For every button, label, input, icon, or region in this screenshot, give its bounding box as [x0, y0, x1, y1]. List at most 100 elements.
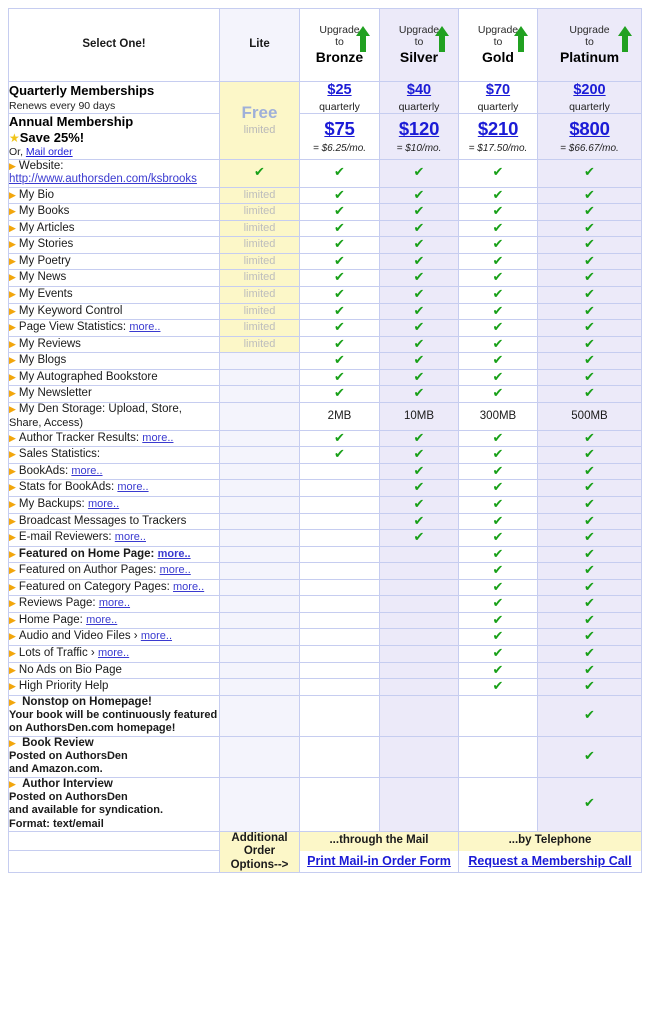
cell-silver: ✔ — [379, 446, 459, 464]
price-amount[interactable]: $800 — [538, 118, 641, 140]
more-link[interactable]: more.. — [173, 581, 204, 593]
price-amount[interactable]: $70 — [459, 82, 537, 99]
price-amount[interactable]: $75 — [300, 118, 379, 140]
more-link[interactable]: more.. — [141, 630, 172, 642]
cell-platinum: ✔ — [537, 595, 642, 613]
table-row: ▶ My Newsletter ✔ ✔ ✔ ✔ — [8, 385, 642, 403]
cell-gold: ✔ — [458, 495, 538, 514]
website-url-link[interactable]: http://www.authorsden.com/ksbrooks — [9, 173, 197, 185]
select-one-heading: Select One! — [8, 8, 220, 82]
price-amount[interactable]: $120 — [380, 118, 458, 140]
more-link[interactable]: more.. — [117, 481, 148, 493]
more-link[interactable]: more.. — [86, 614, 117, 626]
quarterly-price-bronze[interactable]: $25 quarterly — [299, 80, 380, 115]
column-header-silver[interactable]: Upgrade to Silver — [379, 8, 459, 82]
more-link[interactable]: more.. — [98, 647, 129, 659]
more-link[interactable]: more.. — [129, 321, 160, 333]
price-amount[interactable]: $210 — [459, 118, 537, 140]
bullet-arrow-icon: ▶ — [9, 289, 16, 300]
cell-silver: ✔ — [379, 269, 459, 288]
cell-gold: ✔ — [458, 645, 538, 663]
request-a-membership-call-link[interactable]: Request a Membership Call — [468, 854, 631, 868]
cell-lite: limited — [219, 186, 300, 205]
table-row: ▶ Stats for BookAds: more.. ✔ ✔ ✔ — [8, 479, 642, 497]
more-link[interactable]: more.. — [88, 498, 119, 510]
annual-price-silver[interactable]: $120 = $10/mo. — [379, 113, 459, 160]
more-link[interactable]: more.. — [115, 531, 146, 543]
bullet-arrow-icon: ▶ — [9, 255, 16, 266]
annual-price-gold[interactable]: $210 = $17.50/mo. — [458, 113, 538, 160]
print-mail-in-order-form-link[interactable]: Print Mail-in Order Form — [307, 854, 451, 868]
column-header-bronze[interactable]: Upgrade to Bronze — [299, 8, 380, 82]
feature-name-cell: ▶ My Articles — [8, 219, 220, 238]
checkmark-icon: ✔ — [492, 562, 504, 578]
cell-bronze — [299, 562, 380, 580]
checkmark-icon: ✔ — [584, 611, 595, 627]
request-membership-call-cell[interactable]: Request a Membership Call — [458, 850, 642, 874]
feature-name-cell: ▶ Page View Statistics: more.. — [8, 319, 220, 337]
annual-price-bronze[interactable]: $75 = $6.25/mo. — [299, 113, 380, 160]
quarterly-pricing-row: Quarterly Memberships Renews every 90 day… — [8, 80, 642, 160]
more-link[interactable]: more.. — [160, 564, 191, 576]
annual-save: ★Save 25%! — [9, 129, 85, 145]
print-mail-order-form-cell[interactable]: Print Mail-in Order Form — [299, 850, 459, 874]
checkmark-icon: ✔ — [584, 335, 595, 351]
cell-platinum: ✔ — [537, 479, 642, 497]
annual-title: Annual Membership — [9, 114, 134, 130]
price-amount[interactable]: $25 — [300, 82, 379, 99]
feature-name-cell: ▶ My Reviews — [8, 335, 220, 354]
feature-detail-line: on AuthorsDen.com homepage! — [9, 722, 176, 735]
cell-lite — [219, 529, 300, 547]
feature-name-cell: ▶ E-mail Reviewers: more.. — [8, 529, 220, 547]
checkmark-icon: ✔ — [584, 578, 595, 594]
column-header-platinum[interactable]: Upgrade to Platinum — [537, 8, 642, 82]
cell-bronze — [299, 735, 380, 778]
checkmark-icon: ✔ — [492, 512, 504, 528]
feature-name-cell: ▶ My Den Storage: Upload, Store, Share, Ac… — [8, 401, 220, 431]
mail-order-link[interactable]: Mail order — [26, 146, 73, 158]
cell-platinum: ✔ — [537, 578, 642, 597]
column-header-gold[interactable]: Upgrade to Gold — [458, 8, 538, 82]
bullet-arrow-icon: ▶ — [9, 432, 16, 443]
limited-label: limited — [243, 304, 276, 317]
quarterly-price-silver[interactable]: $40 quarterly — [379, 80, 459, 115]
cell-bronze: ✔ — [299, 368, 380, 387]
checkmark-icon: ✔ — [584, 286, 595, 302]
cell-gold — [458, 776, 538, 832]
bullet-arrow-icon: ▶ — [9, 778, 16, 789]
feature-label: My Keyword Control — [18, 304, 123, 317]
cell-bronze: ✔ — [299, 219, 380, 238]
feature-name-cell: ▶ No Ads on Bio Page — [8, 661, 220, 680]
cell-silver — [379, 661, 459, 680]
cell-silver: ✔ — [379, 219, 459, 238]
checkmark-icon: ✔ — [413, 269, 425, 285]
cell-silver — [379, 595, 459, 613]
more-link[interactable]: more.. — [158, 548, 191, 560]
more-link[interactable]: more.. — [71, 465, 102, 477]
checkmark-icon: ✔ — [334, 352, 345, 368]
additional-order-options-label: Additional Order Options--> — [219, 830, 300, 874]
cell-bronze: ✔ — [299, 335, 380, 354]
cell-lite — [219, 495, 300, 514]
bullet-arrow-icon: ▶ — [9, 598, 16, 609]
feature-label: My Events — [18, 288, 73, 301]
price-amount[interactable]: $200 — [538, 82, 641, 99]
cell-platinum: ✔ — [537, 203, 642, 221]
cell-lite — [219, 462, 300, 481]
cell-platinum: ✔ — [537, 186, 642, 205]
cell-silver: ✔ — [379, 529, 459, 547]
checkmark-icon: ✔ — [492, 446, 504, 462]
quarterly-price-gold[interactable]: $70 quarterly — [458, 80, 538, 115]
checkmark-icon: ✔ — [584, 302, 595, 318]
quarterly-price-platinum[interactable]: $200 quarterly — [537, 80, 642, 115]
feature-name-cell: ▶ My Stories — [8, 236, 220, 254]
price-amount[interactable]: $40 — [380, 82, 458, 99]
table-row: ▶ My Reviews limited ✔ ✔ ✔ ✔ — [8, 335, 642, 354]
more-link[interactable]: more.. — [142, 432, 173, 444]
checkmark-icon: ✔ — [584, 479, 595, 495]
cell-bronze: ✔ — [299, 385, 380, 403]
feature-label: My Bio — [18, 188, 55, 201]
annual-price-platinum[interactable]: $800 = $66.67/mo. — [537, 113, 642, 160]
more-link[interactable]: more.. — [99, 597, 130, 609]
cell-platinum: ✔ — [537, 269, 642, 288]
